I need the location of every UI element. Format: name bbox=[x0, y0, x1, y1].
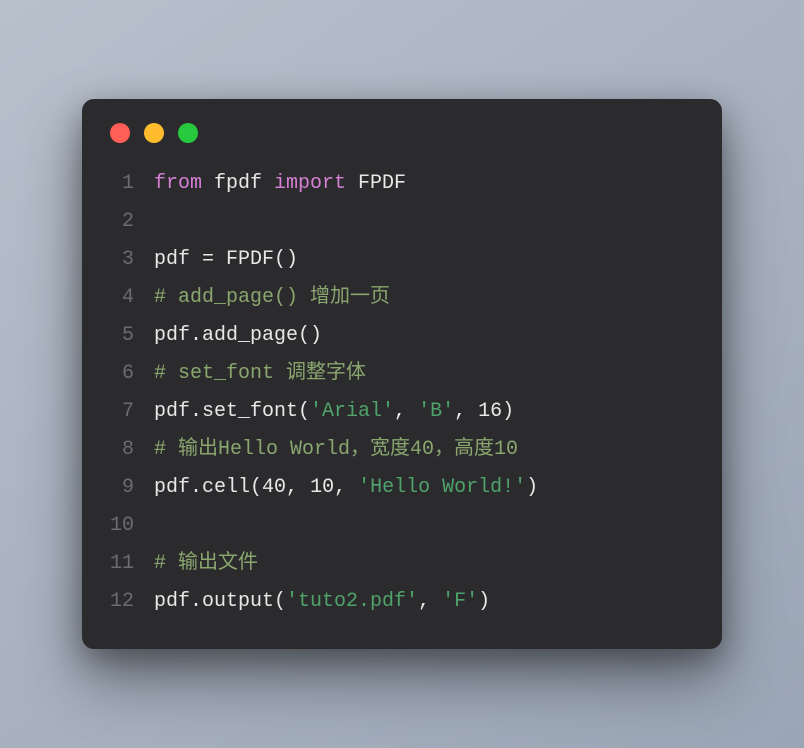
code-content: # set_font 调整字体 bbox=[154, 355, 366, 393]
code-content bbox=[154, 507, 166, 545]
code-line: 6# set_font 调整字体 bbox=[110, 355, 694, 393]
code-content: # 输出文件 bbox=[154, 545, 258, 583]
code-content: pdf.cell(40, 10, 'Hello World!') bbox=[154, 469, 538, 507]
line-number: 1 bbox=[110, 165, 154, 203]
code-content: from fpdf import FPDF bbox=[154, 165, 406, 203]
window-titlebar bbox=[110, 123, 694, 165]
code-window: 1from fpdf import FPDF2 3pdf = FPDF()4# … bbox=[82, 99, 722, 649]
code-line: 10 bbox=[110, 507, 694, 545]
close-icon[interactable] bbox=[110, 123, 130, 143]
code-content bbox=[154, 203, 166, 241]
code-line: 4# add_page() 增加一页 bbox=[110, 279, 694, 317]
code-line: 1from fpdf import FPDF bbox=[110, 165, 694, 203]
line-number: 8 bbox=[110, 431, 154, 469]
minimize-icon[interactable] bbox=[144, 123, 164, 143]
code-line: 5pdf.add_page() bbox=[110, 317, 694, 355]
line-number: 6 bbox=[110, 355, 154, 393]
code-content: # 输出Hello World，宽度40，高度10 bbox=[154, 431, 518, 469]
code-line: 2 bbox=[110, 203, 694, 241]
line-number: 9 bbox=[110, 469, 154, 507]
line-number: 5 bbox=[110, 317, 154, 355]
code-line: 3pdf = FPDF() bbox=[110, 241, 694, 279]
line-number: 11 bbox=[110, 545, 154, 583]
code-line: 12pdf.output('tuto2.pdf', 'F') bbox=[110, 583, 694, 621]
code-content: pdf.output('tuto2.pdf', 'F') bbox=[154, 583, 490, 621]
line-number: 2 bbox=[110, 203, 154, 241]
line-number: 12 bbox=[110, 583, 154, 621]
code-content: pdf.set_font('Arial', 'B', 16) bbox=[154, 393, 514, 431]
line-number: 3 bbox=[110, 241, 154, 279]
code-line: 8# 输出Hello World，宽度40，高度10 bbox=[110, 431, 694, 469]
line-number: 7 bbox=[110, 393, 154, 431]
code-content: pdf.add_page() bbox=[154, 317, 322, 355]
line-number: 4 bbox=[110, 279, 154, 317]
code-content: pdf = FPDF() bbox=[154, 241, 298, 279]
line-number: 10 bbox=[110, 507, 154, 545]
code-content: # add_page() 增加一页 bbox=[154, 279, 390, 317]
code-line: 9pdf.cell(40, 10, 'Hello World!') bbox=[110, 469, 694, 507]
code-editor[interactable]: 1from fpdf import FPDF2 3pdf = FPDF()4# … bbox=[110, 165, 694, 621]
code-line: 7pdf.set_font('Arial', 'B', 16) bbox=[110, 393, 694, 431]
zoom-icon[interactable] bbox=[178, 123, 198, 143]
code-line: 11# 输出文件 bbox=[110, 545, 694, 583]
